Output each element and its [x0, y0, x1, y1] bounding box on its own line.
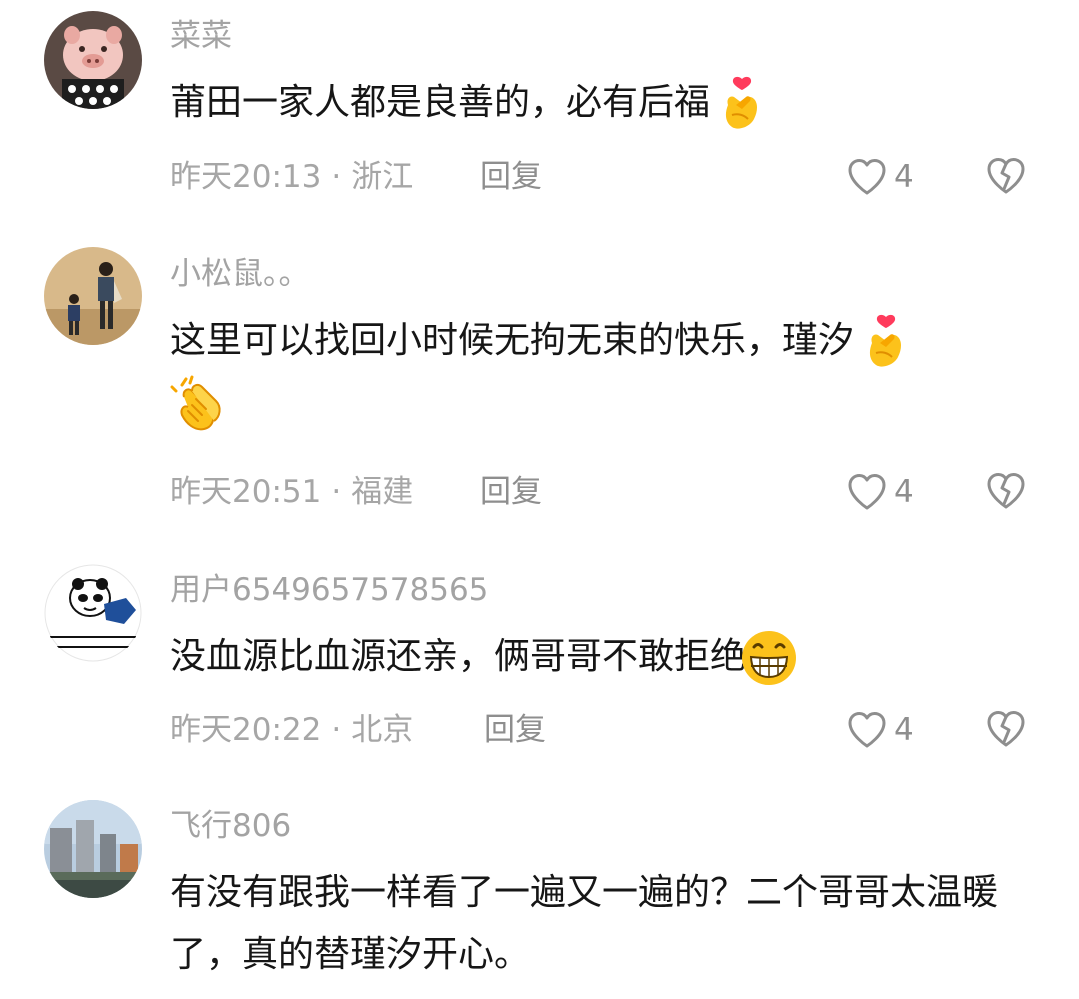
dislike-button[interactable]: [984, 155, 1028, 199]
heart-outline-icon: [848, 159, 886, 195]
dislike-button[interactable]: [984, 470, 1028, 514]
grinning-face-emoji: [740, 629, 798, 687]
username[interactable]: 菜菜: [170, 16, 232, 56]
comment-meta: 昨天20:22 · 北京: [170, 710, 413, 750]
like-count: 4: [894, 159, 914, 195]
avatar[interactable]: [44, 11, 142, 109]
like-button[interactable]: 4: [846, 470, 914, 514]
reply-button[interactable]: 回复: [484, 710, 546, 750]
username[interactable]: 用户6549657578565: [170, 570, 488, 610]
comment-time: 昨天20:13: [170, 159, 322, 195]
like-button[interactable]: 4: [846, 708, 914, 752]
username[interactable]: 飞行806: [170, 806, 291, 846]
broken-heart-icon: [987, 158, 1025, 194]
comment-meta: 昨天20:51 · 福建: [170, 472, 413, 512]
comment-meta: 昨天20:13 · 浙江: [170, 157, 413, 197]
like-count: 4: [894, 474, 914, 510]
comment-body: 这里可以找回小时候无拘无束的快乐，瑾汐: [170, 320, 855, 361]
reply-button[interactable]: 回复: [480, 157, 542, 197]
meta-separator: ·: [331, 159, 342, 195]
finger-heart-emoji: [712, 75, 770, 133]
avatar[interactable]: [44, 564, 142, 662]
meta-separator: ·: [331, 712, 342, 748]
comment-text: 没血源比血源还亲，俩哥哥不敢拒绝: [170, 626, 1040, 688]
comment-time: 昨天20:51: [170, 474, 322, 510]
comment-time: 昨天20:22: [170, 712, 322, 748]
comment-location: 福建: [351, 474, 414, 510]
dislike-button[interactable]: [984, 708, 1028, 752]
comment-body: 莆田一家人都是良善的，必有后福: [170, 82, 711, 123]
broken-heart-icon: [987, 473, 1025, 509]
comment-location: 浙江: [351, 159, 414, 195]
comment-text: 这里可以找回小时候无拘无束的快乐，瑾汐: [170, 310, 1040, 434]
comment-text: 有没有跟我一样看了一遍又一遍的？二个哥哥太温暖了，真的替瑾汐开心。: [170, 862, 1040, 986]
username[interactable]: 小松鼠。。: [170, 254, 310, 294]
comment-body: 有没有跟我一样看了一遍又一遍的？二个哥哥太温暖了，真的替瑾汐开心。: [170, 872, 999, 975]
comment-text: 莆田一家人都是良善的，必有后福: [170, 72, 1040, 134]
heart-outline-icon: [848, 474, 886, 510]
heart-outline-icon: [848, 712, 886, 748]
comment-body: 没血源比血源还亲，俩哥哥不敢拒绝: [170, 636, 747, 677]
meta-separator: ·: [331, 474, 342, 510]
broken-heart-icon: [987, 711, 1025, 747]
comment-location: 北京: [351, 712, 414, 748]
like-count: 4: [894, 712, 914, 748]
like-button[interactable]: 4: [846, 155, 914, 199]
finger-heart-emoji: [856, 313, 914, 371]
avatar[interactable]: [44, 800, 142, 898]
reply-button[interactable]: 回复: [480, 472, 542, 512]
clapping-hands-emoji: [170, 375, 228, 433]
avatar[interactable]: [44, 247, 142, 345]
